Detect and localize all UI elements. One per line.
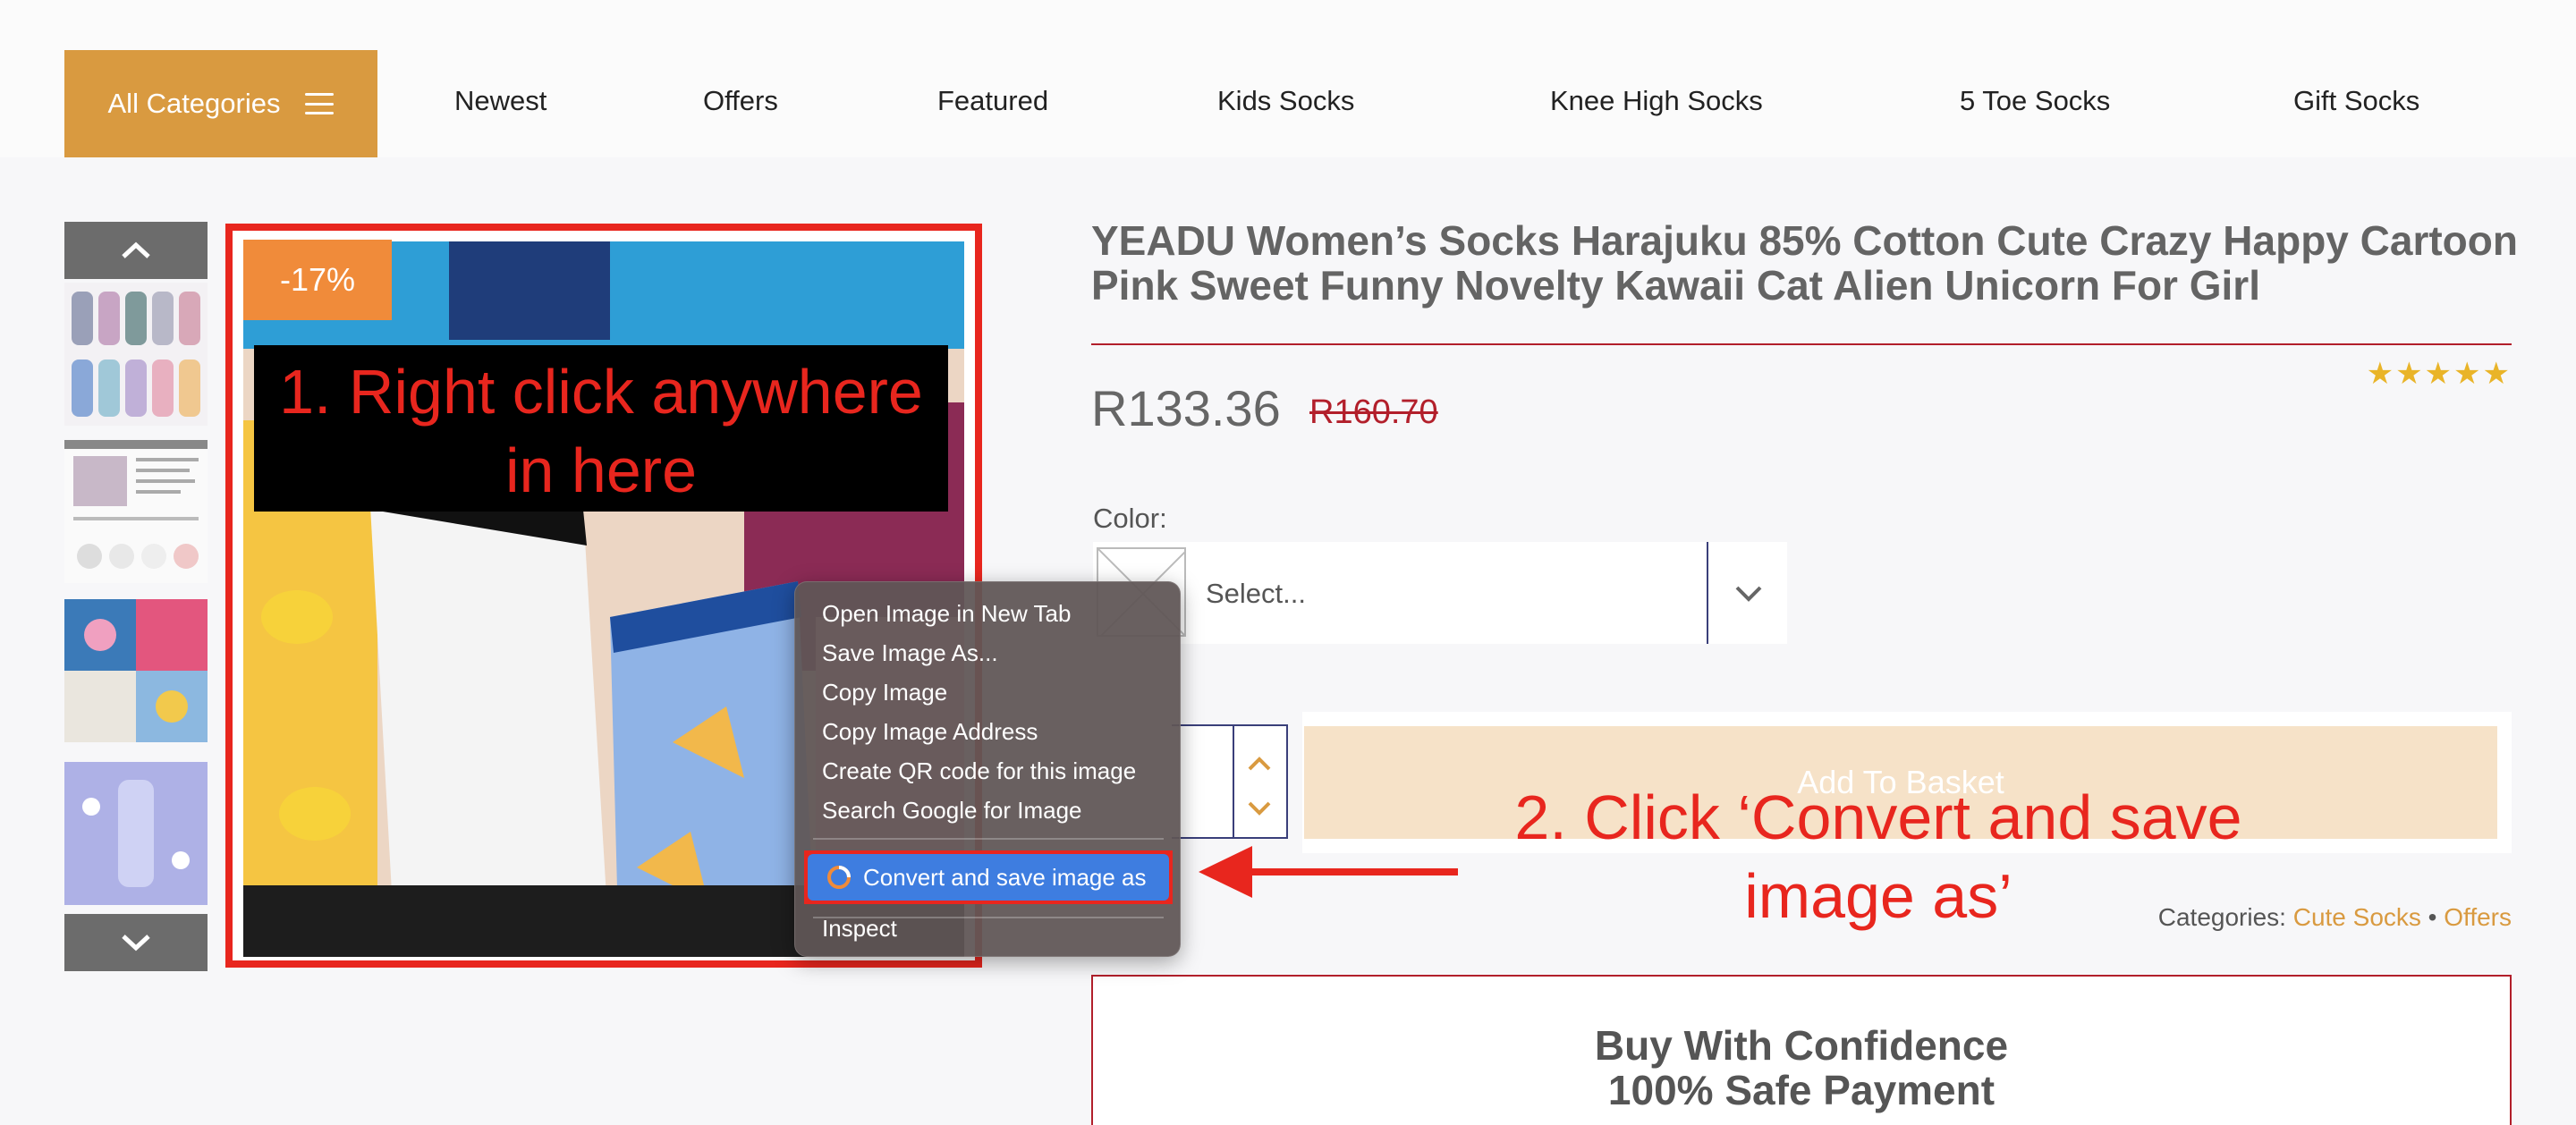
nav-item-5-toe-socks[interactable]: 5 Toe Socks — [1960, 85, 2110, 117]
thumbnail-down-button[interactable] — [64, 914, 208, 971]
nav-item-knee-high-socks[interactable]: Knee High Socks — [1550, 85, 1763, 117]
confidence-text: Buy With Confidence 100% Safe Payment — [1093, 1023, 2510, 1112]
category-link-cute-socks[interactable]: Cute Socks — [2293, 903, 2421, 931]
annotation-arrow-icon — [1199, 846, 1458, 898]
rating-stars: ★★★★★ — [2366, 357, 2512, 391]
buy-with-confidence-box: Buy With Confidence 100% Safe Payment — [1091, 975, 2512, 1125]
menu-create-qr-code[interactable]: Create QR code for this image — [822, 757, 1136, 785]
product-info-thumbnail-image — [64, 440, 208, 583]
category-link-offers[interactable]: Offers — [2444, 903, 2512, 931]
nav-item-gift-socks[interactable]: Gift Socks — [2293, 85, 2419, 117]
menu-separator — [813, 838, 1164, 840]
nav-item-featured[interactable]: Featured — [937, 85, 1048, 117]
color-select[interactable]: Select... — [1093, 542, 1787, 644]
menu-convert-label: Convert and save image as — [863, 863, 1147, 891]
thumbnail-up-button[interactable] — [64, 222, 208, 279]
product-title: YEADU Women’s Socks Harajuku 85% Cotton … — [1091, 217, 2518, 309]
nav-item-kids-socks[interactable]: Kids Socks — [1217, 85, 1354, 117]
chevron-down-icon — [122, 935, 150, 952]
confidence-line-2: 100% Safe Payment — [1607, 1067, 1996, 1113]
discount-badge: -17% — [243, 240, 392, 320]
nav-item-newest[interactable]: Newest — [454, 85, 547, 117]
thumbnail-1[interactable] — [64, 283, 208, 426]
thumbnail-3[interactable] — [64, 599, 208, 742]
color-select-value: Select... — [1206, 578, 1306, 609]
annotation-right-click: 1. Right click anywhere in here — [254, 345, 948, 512]
color-label: Color: — [1093, 503, 1167, 534]
menu-save-image-as[interactable]: Save Image As... — [822, 639, 998, 667]
menu-open-image-new-tab[interactable]: Open Image in New Tab — [822, 600, 1071, 628]
menu-copy-image-address[interactable]: Copy Image Address — [822, 718, 1038, 746]
all-categories-label: All Categories — [107, 88, 281, 119]
categories-label: Categories: — [2157, 903, 2286, 931]
chevron-up-icon — [122, 241, 150, 258]
price: R133.36 — [1091, 380, 1281, 436]
menu-search-google-image[interactable]: Search Google for Image — [822, 797, 1082, 825]
nav-item-offers[interactable]: Offers — [703, 85, 778, 117]
context-menu: Open Image in New Tab Save Image As... C… — [794, 581, 1181, 957]
old-price: R160.70 — [1309, 393, 1438, 431]
chevron-down-icon[interactable] — [1245, 798, 1274, 817]
product-categories: Categories: Cute Socks • Offers — [2158, 903, 2512, 932]
sock-thumbnail-image — [64, 283, 208, 426]
title-divider — [1091, 343, 2512, 345]
confidence-line-1: Buy With Confidence — [1594, 1022, 2009, 1069]
unicorn-sock-thumbnail-image — [64, 762, 208, 905]
category-nav: All Categories Newest Offers Featured Ki… — [0, 0, 2576, 157]
quantity-stepper[interactable] — [1172, 724, 1288, 839]
thumbnail-2[interactable] — [64, 440, 208, 583]
chevron-up-icon[interactable] — [1245, 755, 1274, 774]
extension-icon — [827, 866, 851, 889]
menu-convert-and-save-image[interactable]: Convert and save image as — [808, 854, 1169, 901]
sock-thumbnail-image — [64, 599, 208, 742]
hamburger-icon — [305, 93, 335, 114]
chevron-down-icon[interactable] — [1733, 578, 1764, 608]
select-divider — [1707, 542, 1708, 644]
thumbnail-4[interactable] — [64, 762, 208, 905]
category-separator: • — [2428, 903, 2437, 931]
menu-copy-image[interactable]: Copy Image — [822, 679, 947, 706]
quantity-divider — [1233, 726, 1234, 837]
menu-inspect[interactable]: Inspect — [822, 915, 897, 943]
all-categories-button[interactable]: All Categories — [64, 50, 377, 157]
